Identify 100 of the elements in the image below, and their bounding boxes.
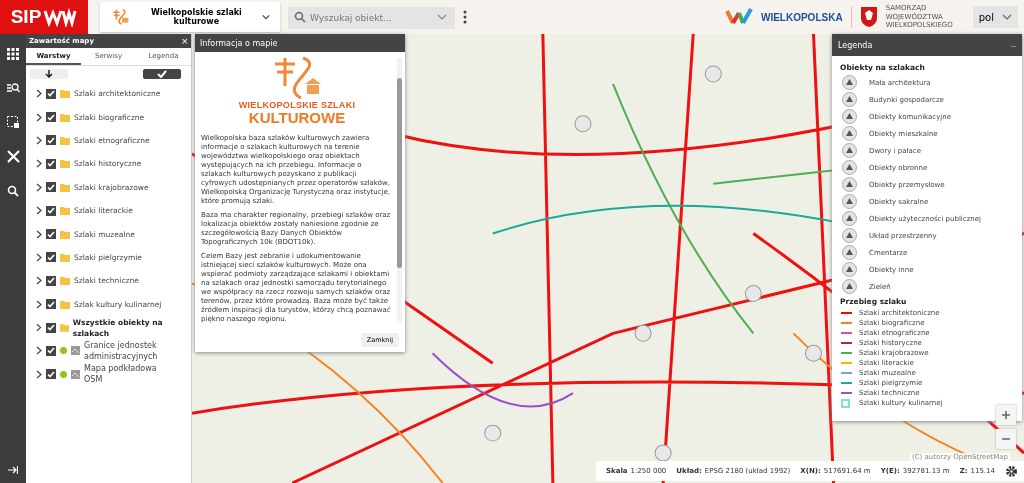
layer-checkbox[interactable]	[46, 88, 56, 99]
poi-marker-icon	[842, 194, 857, 209]
panel-title: Informacja o mapie	[200, 38, 278, 48]
select-area-icon[interactable]	[7, 116, 19, 128]
folder-icon	[60, 182, 70, 192]
trail-logo-icon	[110, 6, 131, 28]
collapse-all-button[interactable]	[30, 69, 68, 79]
brand-name: WIELKOPOLSKA	[760, 11, 843, 23]
search-icon[interactable]	[7, 185, 19, 197]
folder-icon	[60, 206, 70, 216]
poi-marker-icon	[842, 262, 857, 277]
layer-checkbox[interactable]	[46, 275, 56, 286]
layer-checkbox[interactable]	[46, 346, 56, 356]
poi-marker-icon	[842, 126, 857, 141]
poi-marker-icon	[842, 245, 857, 260]
poi-marker-icon	[842, 75, 857, 90]
panel-title: Legenda	[838, 40, 873, 50]
language-selector[interactable]: pol	[972, 6, 1018, 28]
poi-marker-icon	[842, 211, 857, 226]
app-logo[interactable]: SIP	[0, 0, 88, 34]
chevron-right-icon[interactable]	[36, 346, 42, 356]
poi-marker-icon[interactable]	[484, 424, 502, 442]
status-dot-icon	[60, 370, 67, 378]
layer-checkbox[interactable]	[46, 158, 56, 169]
zoom-in-button[interactable]	[996, 405, 1016, 425]
folder-icon	[60, 299, 70, 309]
map-selector[interactable]: Wielkopolskie szlaki kulturowe	[100, 2, 280, 32]
map-layer-icon	[71, 369, 80, 379]
poi-marker-icon	[842, 92, 857, 107]
poi-marker-icon[interactable]	[804, 344, 822, 362]
check-all-button[interactable]	[143, 69, 181, 79]
poi-marker-icon[interactable]	[654, 444, 672, 462]
layer-checkbox[interactable]	[46, 229, 56, 240]
logo-text: SIP	[10, 6, 42, 28]
chevron-right-icon[interactable]	[36, 206, 42, 216]
layer-checkbox[interactable]	[46, 205, 56, 216]
brand-w-icon	[724, 7, 753, 27]
collapse-button[interactable]: –	[1011, 40, 1016, 50]
layer-checkbox[interactable]	[46, 299, 56, 310]
expand-icon[interactable]	[8, 465, 18, 475]
chevron-down-icon	[262, 13, 270, 21]
logo-title: KULTUROWE	[248, 110, 346, 126]
folder-icon	[60, 135, 70, 145]
poi-marker-icon	[842, 177, 857, 192]
arrow-down-icon	[45, 70, 53, 78]
logo-title: WIELKOPOLSKIE SZLAKI	[238, 100, 356, 110]
folder-icon	[60, 159, 70, 169]
folder-icon	[60, 276, 70, 286]
chevron-right-icon[interactable]	[36, 182, 42, 192]
layer-checkbox[interactable]	[46, 252, 56, 263]
poi-marker-icon[interactable]	[744, 284, 762, 302]
coat-of-arms-icon	[859, 6, 878, 28]
poi-marker-icon[interactable]	[634, 324, 652, 342]
folder-icon	[59, 323, 69, 333]
folder-icon	[60, 252, 70, 262]
chevron-down-icon	[1002, 13, 1012, 21]
zoom-out-button[interactable]	[996, 429, 1016, 449]
settings-icon[interactable]	[1005, 464, 1018, 478]
status-dot-icon	[60, 347, 67, 355]
apps-grid-icon[interactable]	[7, 48, 19, 60]
layer-label[interactable]: Mapa podkładowa OSM	[84, 363, 174, 386]
poi-marker-icon	[842, 143, 857, 158]
chevron-right-icon[interactable]	[36, 159, 42, 169]
poi-marker-icon	[842, 279, 857, 294]
chevron-right-icon[interactable]	[36, 369, 42, 379]
folder-icon	[60, 89, 70, 99]
layer-checkbox[interactable]	[46, 182, 56, 193]
list-search-icon[interactable]	[6, 82, 20, 94]
chevron-right-icon[interactable]	[36, 252, 42, 262]
layer-checkbox[interactable]	[45, 322, 56, 333]
chevron-right-icon[interactable]	[36, 323, 42, 333]
layer-checkbox[interactable]	[46, 369, 56, 380]
layer-label[interactable]: Granice jednostek administracyjnych	[84, 340, 174, 362]
poi-marker-icon[interactable]	[704, 65, 722, 83]
scrollbar[interactable]	[397, 58, 402, 323]
layer-checkbox[interactable]	[46, 112, 56, 123]
close-button[interactable]: ×	[181, 36, 188, 46]
chevron-right-icon[interactable]	[36, 276, 42, 286]
chevron-right-icon[interactable]	[36, 135, 42, 145]
poi-marker-icon	[842, 160, 857, 175]
folder-icon	[60, 229, 70, 239]
plus-icon	[1002, 411, 1010, 419]
minus-icon	[1002, 435, 1010, 443]
poi-marker-icon	[842, 109, 857, 124]
chevron-right-icon[interactable]	[36, 299, 42, 309]
map-layer-icon	[71, 346, 80, 356]
folder-icon	[60, 112, 70, 122]
chevron-right-icon[interactable]	[36, 229, 42, 239]
logo-drawing	[43, 7, 78, 27]
chevron-right-icon[interactable]	[36, 112, 42, 122]
search-field[interactable]: Wyszukaj obiekt...	[288, 7, 455, 29]
layer-checkbox[interactable]	[46, 135, 56, 146]
checkmark-icon	[157, 70, 167, 78]
tools-icon[interactable]	[6, 150, 20, 163]
more-options-icon[interactable]	[463, 10, 467, 24]
poi-marker-icon[interactable]	[574, 115, 592, 133]
search-icon	[294, 11, 306, 23]
chevron-right-icon[interactable]	[36, 89, 42, 99]
chevron-down-icon	[437, 13, 447, 21]
poi-marker-icon	[842, 228, 857, 243]
